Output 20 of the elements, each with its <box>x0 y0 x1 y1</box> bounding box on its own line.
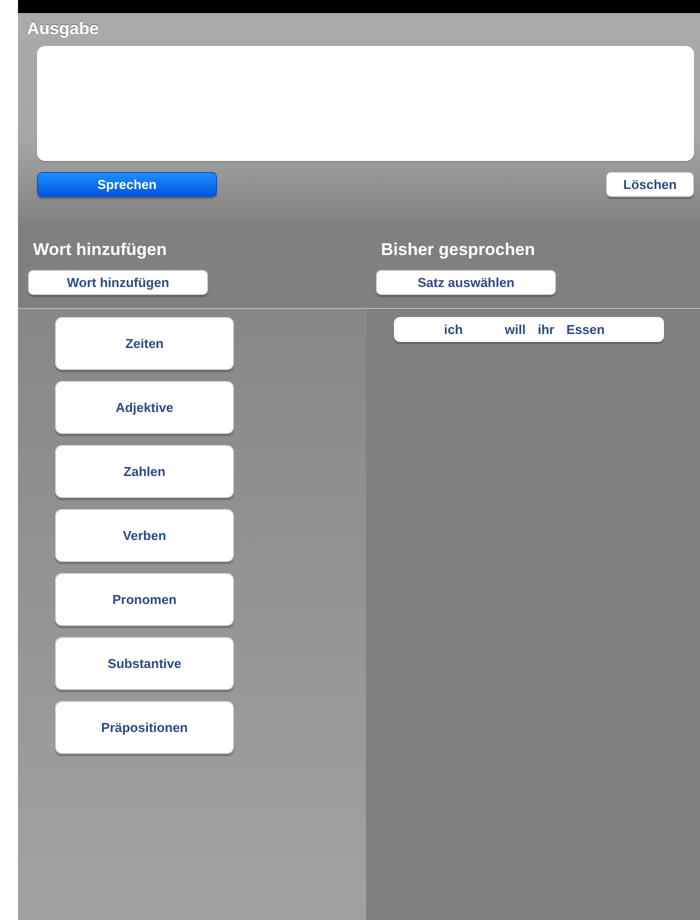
category-button[interactable]: Adjektive <box>55 381 234 434</box>
sentence-row[interactable]: ich will ihr Essen <box>394 317 664 342</box>
speak-button[interactable]: Sprechen <box>37 172 217 197</box>
sentence-word: ihr <box>538 322 554 337</box>
category-button[interactable]: Zeiten <box>55 317 234 370</box>
section-title: Bisher gesprochen <box>381 240 536 260</box>
sentence-word: Essen <box>566 322 605 337</box>
section-title: Wort hinzufügen <box>33 240 168 260</box>
category-button[interactable]: Pronomen <box>55 573 234 626</box>
category-button[interactable]: Substantive <box>55 637 234 690</box>
sentence-word: ich <box>444 322 463 337</box>
clear-button[interactable]: Löschen <box>606 172 694 197</box>
select-sentence-button[interactable]: Satz auswählen <box>376 270 556 295</box>
category-button[interactable]: Präpositionen <box>55 701 234 754</box>
panel-title: Ausgabe <box>27 19 100 39</box>
category-button[interactable]: Zahlen <box>55 445 234 498</box>
output-field[interactable] <box>37 46 694 161</box>
sentence-word: will <box>504 322 526 337</box>
add-word-button[interactable]: Wort hinzufügen <box>28 270 208 295</box>
category-button[interactable]: Verben <box>55 509 234 562</box>
